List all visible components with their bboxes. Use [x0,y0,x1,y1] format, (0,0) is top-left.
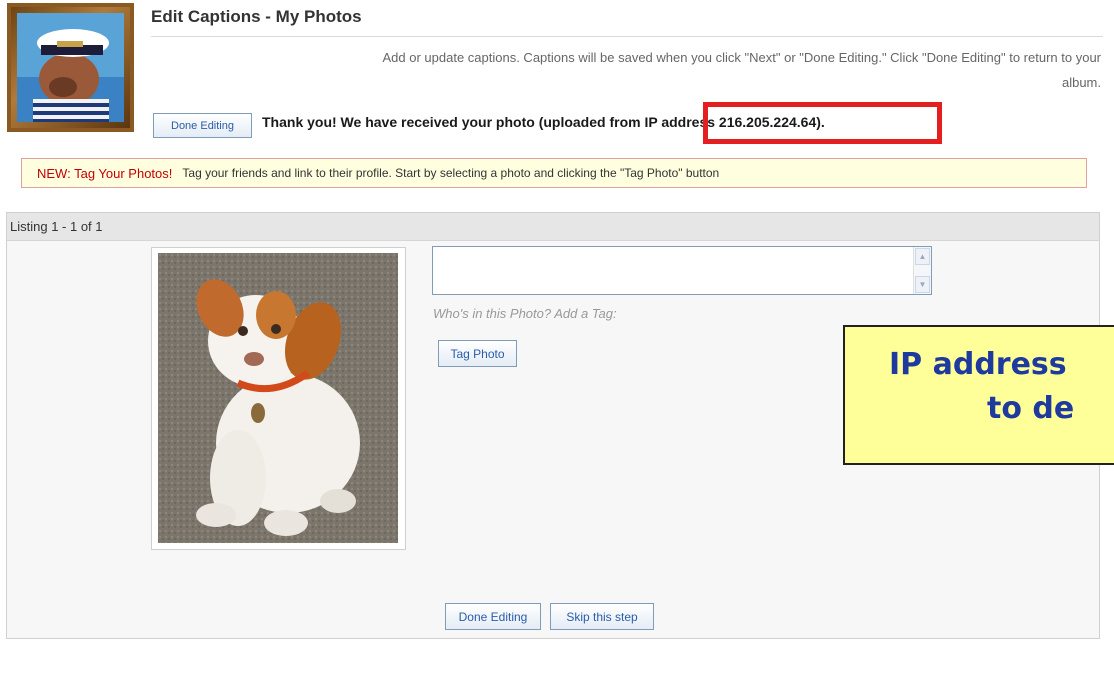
ip-address-callout: IP address to de [843,325,1114,465]
intro-line-1: Add or update captions. Captions will be… [382,50,1102,65]
callout-line-1: IP address [889,347,1067,382]
done-editing-button-bottom[interactable]: Done Editing [445,603,541,630]
tag-photos-notice: NEW: Tag Your Photos! Tag your friends a… [21,158,1087,188]
scroll-up-icon[interactable]: ▲ [915,248,930,265]
ip-highlight-box [703,102,942,144]
listing-header: Listing 1 - 1 of 1 [7,213,1099,241]
caption-textarea[interactable]: ▲ ▼ [432,246,932,295]
done-editing-button-top[interactable]: Done Editing [153,113,252,138]
intro-text: Add or update captions. Captions will be… [155,45,1102,95]
tag-hint: Who's in this Photo? Add a Tag: [433,306,617,321]
notice-text: Tag your friends and link to their profi… [182,166,720,180]
profile-avatar [7,3,134,132]
intro-line-2: album. [1061,75,1101,90]
callout-line-2: to de [987,391,1075,426]
tag-photo-button[interactable]: Tag Photo [438,340,517,367]
page-title: Edit Captions - My Photos [151,7,362,26]
photo-thumbnail[interactable] [158,253,398,543]
caption-scrollbar[interactable]: ▲ ▼ [913,247,931,294]
title-divider [151,36,1103,37]
skip-step-button[interactable]: Skip this step [550,603,654,630]
notice-title: NEW: Tag Your Photos! [37,165,173,181]
scroll-down-icon[interactable]: ▼ [915,276,930,293]
upload-confirmation-text: Thank you! We have received your photo (… [262,114,645,130]
